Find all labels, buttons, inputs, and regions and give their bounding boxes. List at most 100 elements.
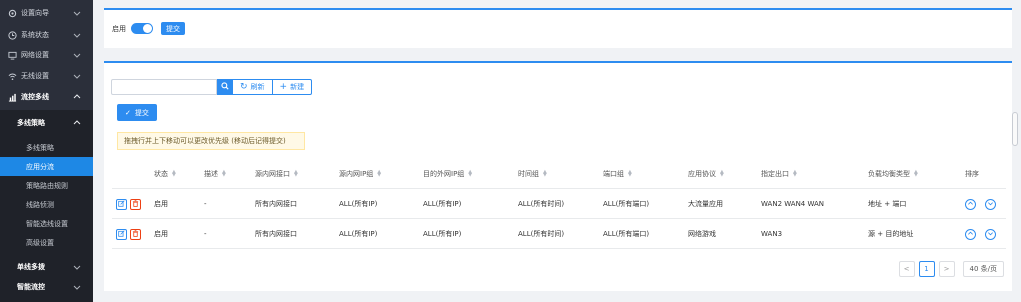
cell-description: - [204, 230, 207, 238]
col-header-lb-type[interactable]: 负载均衡类型 ▲ ▼ [868, 159, 918, 189]
table-header: 状态 ▲ ▼ 描述 ▲ ▼ 源内网接口 ▲ ▼ 源内网IP组 ▲ ▼ 目的外网IP组 ▲ ▼ 时间组… [112, 159, 1006, 189]
cell-status: 启用 [154, 200, 168, 208]
sidebar-subitem-multiline-strategy[interactable]: 多线策略 [0, 138, 93, 157]
sidebar-item-label: 流控多线 [21, 93, 49, 101]
search-icon [221, 82, 229, 92]
cell-dest-ip-group: ALL(所有IP) [423, 200, 462, 208]
cell-app-protocol: 网络游戏 [688, 230, 716, 238]
search-button[interactable] [217, 79, 233, 95]
col-header-source-ip-group[interactable]: 源内网IP组 ▲ ▼ [339, 159, 381, 189]
sidebar-subitem-line-detection[interactable]: 线路侦测 [0, 195, 93, 214]
prev-page-button[interactable]: < [898, 261, 915, 277]
gear-icon [7, 8, 17, 18]
chevron-down-icon [73, 283, 81, 293]
col-header-port-group[interactable]: 端口组 ▲ ▼ [603, 159, 632, 189]
next-page-button[interactable]: > [938, 261, 955, 277]
move-up-button[interactable] [965, 228, 976, 240]
row-order-controls [965, 219, 1005, 249]
chart-icon [7, 92, 17, 102]
refresh-icon: ↻ [240, 82, 248, 92]
cell-port-group: ALL(所有端口) [603, 230, 650, 238]
col-header-description[interactable]: 描述 ▲ ▼ [204, 159, 226, 189]
sidebar-item-label: 设置向导 [21, 9, 49, 17]
pagination: < 1 > 40 条/页 [895, 261, 1004, 277]
sort-icon: ▲ ▼ [468, 169, 473, 178]
edit-button[interactable] [116, 228, 127, 240]
sort-icon: ▲ ▼ [914, 169, 918, 178]
submit-button[interactable]: ✓ 提交 [117, 104, 157, 121]
cell-time-group: ALL(所有时间) [518, 230, 565, 238]
chevron-down-icon [73, 51, 81, 59]
sidebar-subitem-advanced-settings[interactable]: 高级设置 [0, 233, 93, 252]
table-row[interactable]: 启用 - 所有内网接口 ALL(所有IP) ALL(所有IP) ALL(所有时间… [112, 189, 1006, 219]
col-header-time-group[interactable]: 时间组 ▲ ▼ [518, 159, 547, 189]
plus-icon: + [279, 82, 288, 92]
move-up-button[interactable] [965, 198, 976, 210]
cell-lb-type: 地址 + 端口 [868, 200, 907, 208]
col-header-dest-ip-group[interactable]: 目的外网IP组 ▲ ▼ [423, 159, 472, 189]
toolbar: ↻ 刷新 + 新建 [111, 79, 313, 95]
drag-tip: 拖拽行并上下移动可以更改优先级 (移动后记得提交) [117, 132, 305, 150]
sidebar-item-single-line-multidial[interactable]: 单线多拨 [0, 256, 93, 278]
page-1-button[interactable]: 1 [918, 261, 935, 277]
sidebar-item-flow-multiline[interactable]: 流控多线 [0, 86, 93, 108]
delete-button[interactable] [130, 228, 141, 240]
sidebar-item-wireless-settings[interactable]: 无线设置 [0, 65, 93, 87]
enable-switch[interactable] [131, 23, 153, 34]
page-scrollbar[interactable] [1012, 112, 1018, 146]
sort-icon: ▲ ▼ [720, 169, 724, 178]
col-header-order: 排序 [965, 170, 979, 178]
top-submit-button[interactable]: 提交 [161, 22, 185, 35]
sidebar-item-network-settings[interactable]: 网络设置 [0, 44, 93, 66]
cell-port-group: ALL(所有端口) [603, 200, 650, 208]
trash-icon [132, 229, 139, 239]
chevron-down-icon [73, 263, 81, 273]
cell-source-interface: 所有内网接口 [255, 200, 297, 208]
col-header-outlet[interactable]: 指定出口 ▲ ▼ [761, 159, 797, 189]
cell-outlet: WAN3 [761, 230, 783, 238]
row-order-controls [965, 189, 1005, 219]
sort-icon: ▲ ▼ [793, 169, 797, 178]
chevron-up-icon [73, 93, 81, 101]
edit-button[interactable] [116, 198, 127, 210]
sidebar-subitem-app-split[interactable]: 应用分流 [0, 157, 93, 176]
table-row[interactable]: 启用 - 所有内网接口 ALL(所有IP) ALL(所有IP) ALL(所有时间… [112, 219, 1006, 249]
cell-app-protocol: 大流量应用 [688, 200, 723, 208]
delete-button[interactable] [130, 198, 141, 210]
enable-row: 启用 提交 [112, 22, 185, 35]
cell-source-ip-group: ALL(所有IP) [339, 200, 378, 208]
rules-table: 状态 ▲ ▼ 描述 ▲ ▼ 源内网接口 ▲ ▼ 源内网IP组 ▲ ▼ 目的外网IP组 ▲ ▼ 时间组… [112, 159, 1006, 249]
cell-description: - [204, 200, 207, 208]
page-size-select[interactable]: 40 条/页 [962, 261, 1004, 277]
refresh-button[interactable]: ↻ 刷新 [233, 79, 273, 95]
sidebar-subitem-smart-line-selection[interactable]: 智能选线设置 [0, 214, 93, 233]
edit-icon [118, 229, 125, 239]
cell-lb-type: 源 + 目的地址 [868, 230, 914, 238]
trash-icon [132, 199, 139, 209]
col-header-status[interactable]: 状态 ▲ ▼ [154, 159, 176, 189]
cell-outlet: WAN2 WAN4 WAN [761, 200, 825, 208]
wifi-icon [7, 71, 17, 81]
sort-icon: ▲ ▼ [294, 169, 298, 178]
sidebar-item-label: 系统状态 [21, 31, 49, 39]
cell-time-group: ALL(所有时间) [518, 200, 565, 208]
sidebar-subitem-policy-routing[interactable]: 策略路由规则 [0, 176, 93, 195]
chevron-up-icon [73, 119, 81, 129]
sidebar-item-smart-flow-control[interactable]: 智能流控 [0, 276, 93, 298]
row-actions [116, 189, 144, 219]
move-down-button[interactable] [985, 228, 996, 240]
sidebar-item-system-status[interactable]: 系统状态 [0, 24, 93, 46]
new-button[interactable]: + 新建 [272, 79, 313, 95]
move-down-button[interactable] [985, 198, 996, 210]
edit-icon [118, 199, 125, 209]
row-actions [116, 219, 144, 249]
search-input[interactable] [111, 79, 217, 95]
col-header-app-protocol[interactable]: 应用协议 ▲ ▼ [688, 159, 724, 189]
sidebar-item-setup-wizard[interactable]: 设置向导 [0, 2, 93, 24]
switch-knob [143, 24, 152, 33]
sort-icon: ▲ ▼ [222, 169, 226, 178]
chevron-up-icon [967, 230, 974, 239]
col-header-source-interface[interactable]: 源内网接口 ▲ ▼ [255, 159, 298, 189]
sidebar-item-label: 无线设置 [21, 72, 49, 80]
submenu-header-multiline-strategy[interactable]: 多线策略 [0, 112, 93, 134]
